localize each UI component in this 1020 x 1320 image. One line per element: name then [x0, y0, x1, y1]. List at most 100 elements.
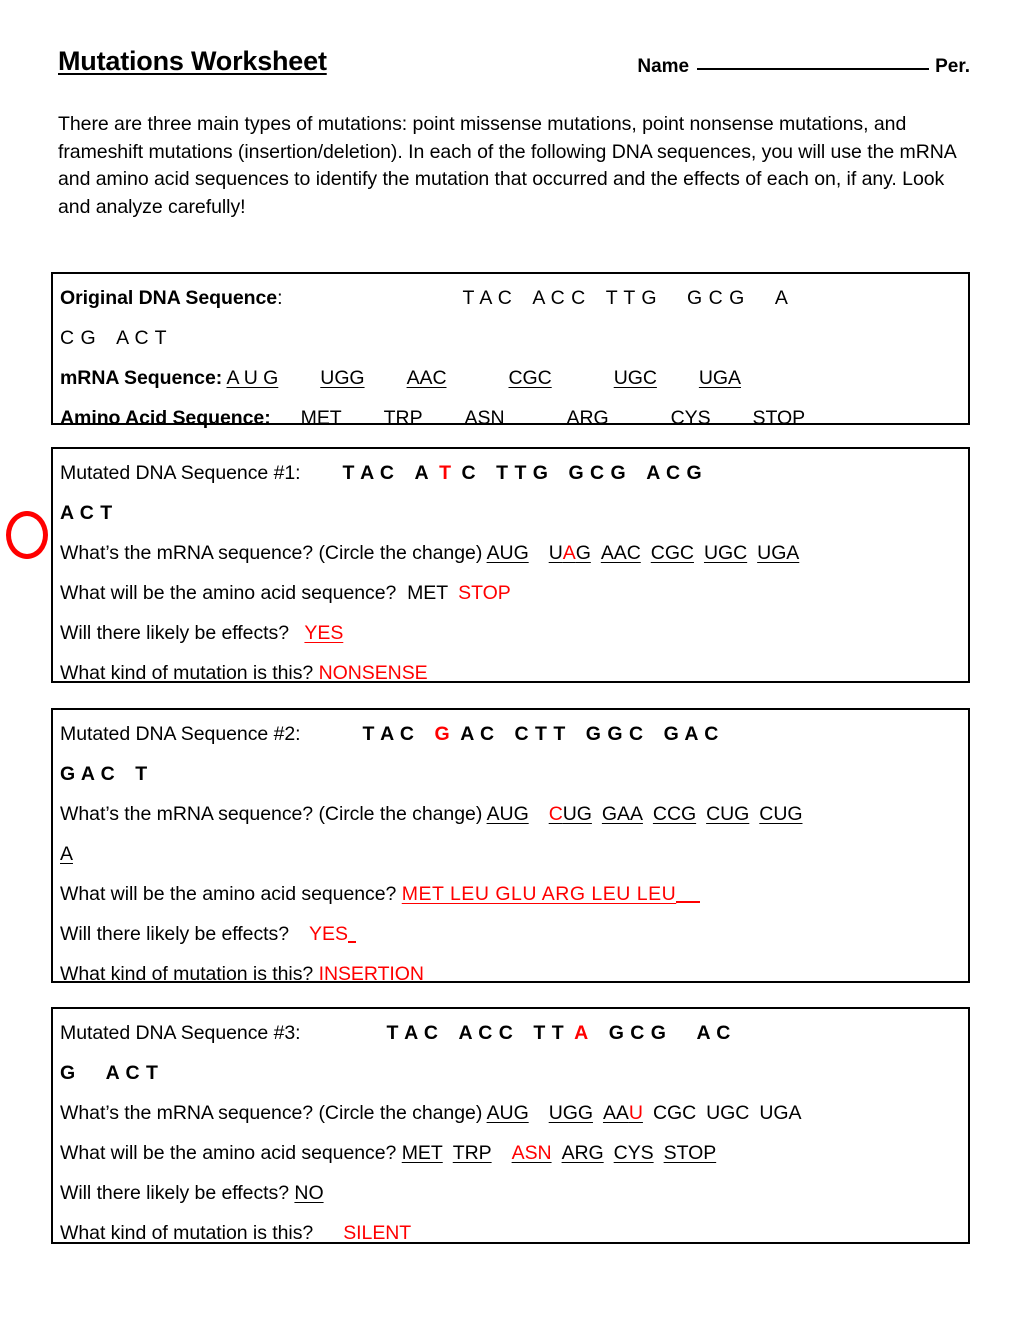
original-dna-codon-2: A C C: [532, 287, 586, 309]
m3-amino-value-1: MET: [401, 1142, 443, 1164]
mrna-codon-4: CGC: [508, 367, 552, 389]
m1-dna-codon-4: G C G: [568, 462, 627, 484]
m1-effects-question: Will there likely be effects?: [60, 622, 290, 644]
page-title: Mutations Worksheet: [58, 46, 327, 76]
period-label: Per.: [935, 56, 970, 77]
original-amino-line: Amino Acid Sequence: MET TRP ASN ARG CYS STOP: [60, 398, 961, 438]
mrna-codon-6: UGA: [698, 367, 741, 389]
m3-dna-codon-5: A C: [696, 1022, 731, 1044]
m1-mrna-question: What’s the mRNA sequence? (Circle the ch…: [60, 542, 483, 564]
original-dna-codon-5: A: [774, 287, 789, 309]
m1-mrna-codon-3: AAC: [600, 542, 641, 564]
m1-mrna-question-line: What’s the mRNA sequence? (Circle the ch…: [60, 533, 961, 573]
m3-dna-line-2: GA C T: [60, 1053, 961, 1093]
name-period-field: Name Per.: [637, 52, 970, 78]
m1-mrna-answer[interactable]: AUG UAG AAC CGC UGC UGA: [487, 542, 810, 564]
m2-mrna-question: What’s the mRNA sequence? (Circle the ch…: [60, 803, 483, 825]
m3-amino-value-6: STOP: [663, 1142, 717, 1164]
m1-mrna-codon-6: UGA: [757, 542, 800, 564]
m1-dna-base-a: A: [414, 462, 430, 484]
original-dna-label: Original DNA Sequence: [60, 287, 278, 309]
m3-mrna-codon-4: CGC: [652, 1102, 697, 1124]
m3-mrna-answer-underlined[interactable]: AUG UGG AAU: [487, 1102, 643, 1124]
m1-dna-codon-1: T A C: [342, 462, 395, 484]
m2-dna-codon-1: T A C: [362, 723, 415, 745]
m1-mrna-codon-1: AUG: [486, 542, 529, 564]
m2-mrna-codon-6: CUG: [759, 803, 803, 825]
m1-kind-question-line: What kind of mutation is this? NONSENSE: [60, 653, 961, 693]
m3-amino-value-2: TRP: [452, 1142, 492, 1164]
red-circle-annotation-icon: [6, 511, 48, 559]
m2-amino-answer[interactable]: MET LEU GLU ARG LEU LEU: [402, 883, 676, 905]
m1-dna-line-2: A C T: [60, 493, 961, 533]
m2-dna-codon-6: G A C: [60, 763, 116, 785]
original-dna-codon-3: T T G: [605, 287, 658, 309]
m3-mrna-codon-5: UGC: [706, 1102, 750, 1124]
m1-amino-answer-stop: STOP: [458, 582, 511, 604]
m2-mrna-codon-4: CCG: [652, 803, 697, 825]
m2-mrna-answer[interactable]: AUG CUG GAA CCG CUG CUG: [487, 803, 803, 825]
original-dna-codon-1: T A C: [462, 287, 513, 309]
m3-mrna-codon-1: AUG: [486, 1102, 529, 1124]
m1-mrna-base-g: G: [575, 542, 591, 564]
worksheet-page: Mutations Worksheet Name Per. There are t…: [0, 0, 1020, 1320]
m1-mrna-codon-4: CGC: [650, 542, 694, 564]
m1-mrna-codon-5: UGC: [703, 542, 748, 564]
original-dna-line-1: Original DNA Sequence: T A C A C C T T G G C…: [60, 278, 961, 318]
m3-kind-question: What kind of mutation is this?: [60, 1222, 314, 1244]
m2-mrna-codon-5: CUG: [706, 803, 750, 825]
m1-effects-answer[interactable]: YES: [294, 622, 343, 644]
m2-kind-question: What kind of mutation is this?: [60, 963, 314, 985]
m3-mrna-codon-6: UGA: [759, 1102, 802, 1124]
m2-mrna-codon-3: GAA: [601, 803, 643, 825]
mutation-2-box: Mutated DNA Sequence #2: T A C G A C C T T G …: [51, 708, 970, 985]
original-mrna-answer: A U G UGG AAC CGC UGC UGA: [227, 367, 742, 389]
m3-amino-question-line: What will be the amino acid sequence? ME…: [60, 1133, 961, 1173]
m1-mrna-base-u: U: [548, 542, 563, 564]
original-amino-label: Amino Acid Sequence:: [60, 407, 271, 429]
m3-mrna-codon-3-partial: AA: [602, 1102, 629, 1124]
m2-kind-answer: INSERTION: [318, 963, 424, 985]
m3-amino-answer[interactable]: MET TRP ASN ARG CYS STOP: [402, 1142, 716, 1164]
m3-amino-value-5: CYS: [613, 1142, 654, 1164]
m2-effects-answer: YES: [309, 923, 348, 945]
name-blank-line[interactable]: [697, 52, 930, 70]
m3-dna-codon-7: A C T: [105, 1062, 159, 1084]
m3-amino-question: What will be the amino acid sequence?: [60, 1142, 397, 1164]
m1-kind-question: What kind of mutation is this?: [60, 662, 314, 684]
m1-amino-question-line: What will be the amino acid sequence? ME…: [60, 573, 961, 613]
m1-dna-codon-3: T T G: [496, 462, 549, 484]
mutation-3-box: Mutated DNA Sequence #3: T A C A C C T T A G …: [51, 1007, 970, 1244]
m3-mrna-question: What’s the mRNA sequence? (Circle the ch…: [60, 1102, 483, 1124]
m2-dna-codon-5: G A C: [663, 723, 719, 745]
amino-value-4: ARG: [566, 407, 609, 429]
m2-dna-base-inserted: G: [434, 723, 451, 745]
original-dna-codon-6: C G: [60, 327, 97, 349]
m3-dna-codon-2: A C C: [458, 1022, 514, 1044]
m2-effects-question-line: Will there likely be effects? YES: [60, 914, 961, 954]
m1-dna-codon-5: A C G: [646, 462, 703, 484]
m3-dna-codon-4: G C G: [608, 1022, 667, 1044]
m3-dna-label: Mutated DNA Sequence #3:: [60, 1022, 301, 1044]
intro-paragraph: There are three main types of mutations:…: [58, 113, 956, 218]
mrna-codon-2: UGG: [320, 367, 365, 389]
m2-mrna-codon-1: AUG: [486, 803, 529, 825]
m2-mrna-wrap-char: A: [60, 843, 73, 865]
m2-dna-line-1: Mutated DNA Sequence #2: T A C G A C C T T G …: [60, 714, 961, 754]
m2-dna-codon-4: G G C: [585, 723, 644, 745]
amino-value-2: TRP: [383, 407, 423, 429]
m1-effects-question-line: Will there likely be effects? YES: [60, 613, 961, 653]
amino-value-5: CYS: [670, 407, 711, 429]
m2-kind-question-line: What kind of mutation is this? INSERTION: [60, 954, 961, 994]
m2-dna-codon-7: T: [135, 763, 148, 785]
m3-kind-answer: SILENT: [343, 1222, 412, 1244]
m1-amino-question: What will be the amino acid sequence?: [60, 582, 397, 604]
m3-effects-answer[interactable]: NO: [294, 1182, 323, 1204]
m1-mrna-base-mutated: A: [562, 542, 576, 564]
m2-dna-label: Mutated DNA Sequence #2:: [60, 723, 301, 745]
m2-effects-question: Will there likely be effects?: [60, 923, 290, 945]
amino-value-1: MET: [300, 407, 342, 429]
m3-dna-codon-6: G: [60, 1062, 76, 1084]
m3-mrna-codon-2: UGG: [548, 1102, 593, 1124]
mrna-codon-5: UGC: [613, 367, 657, 389]
